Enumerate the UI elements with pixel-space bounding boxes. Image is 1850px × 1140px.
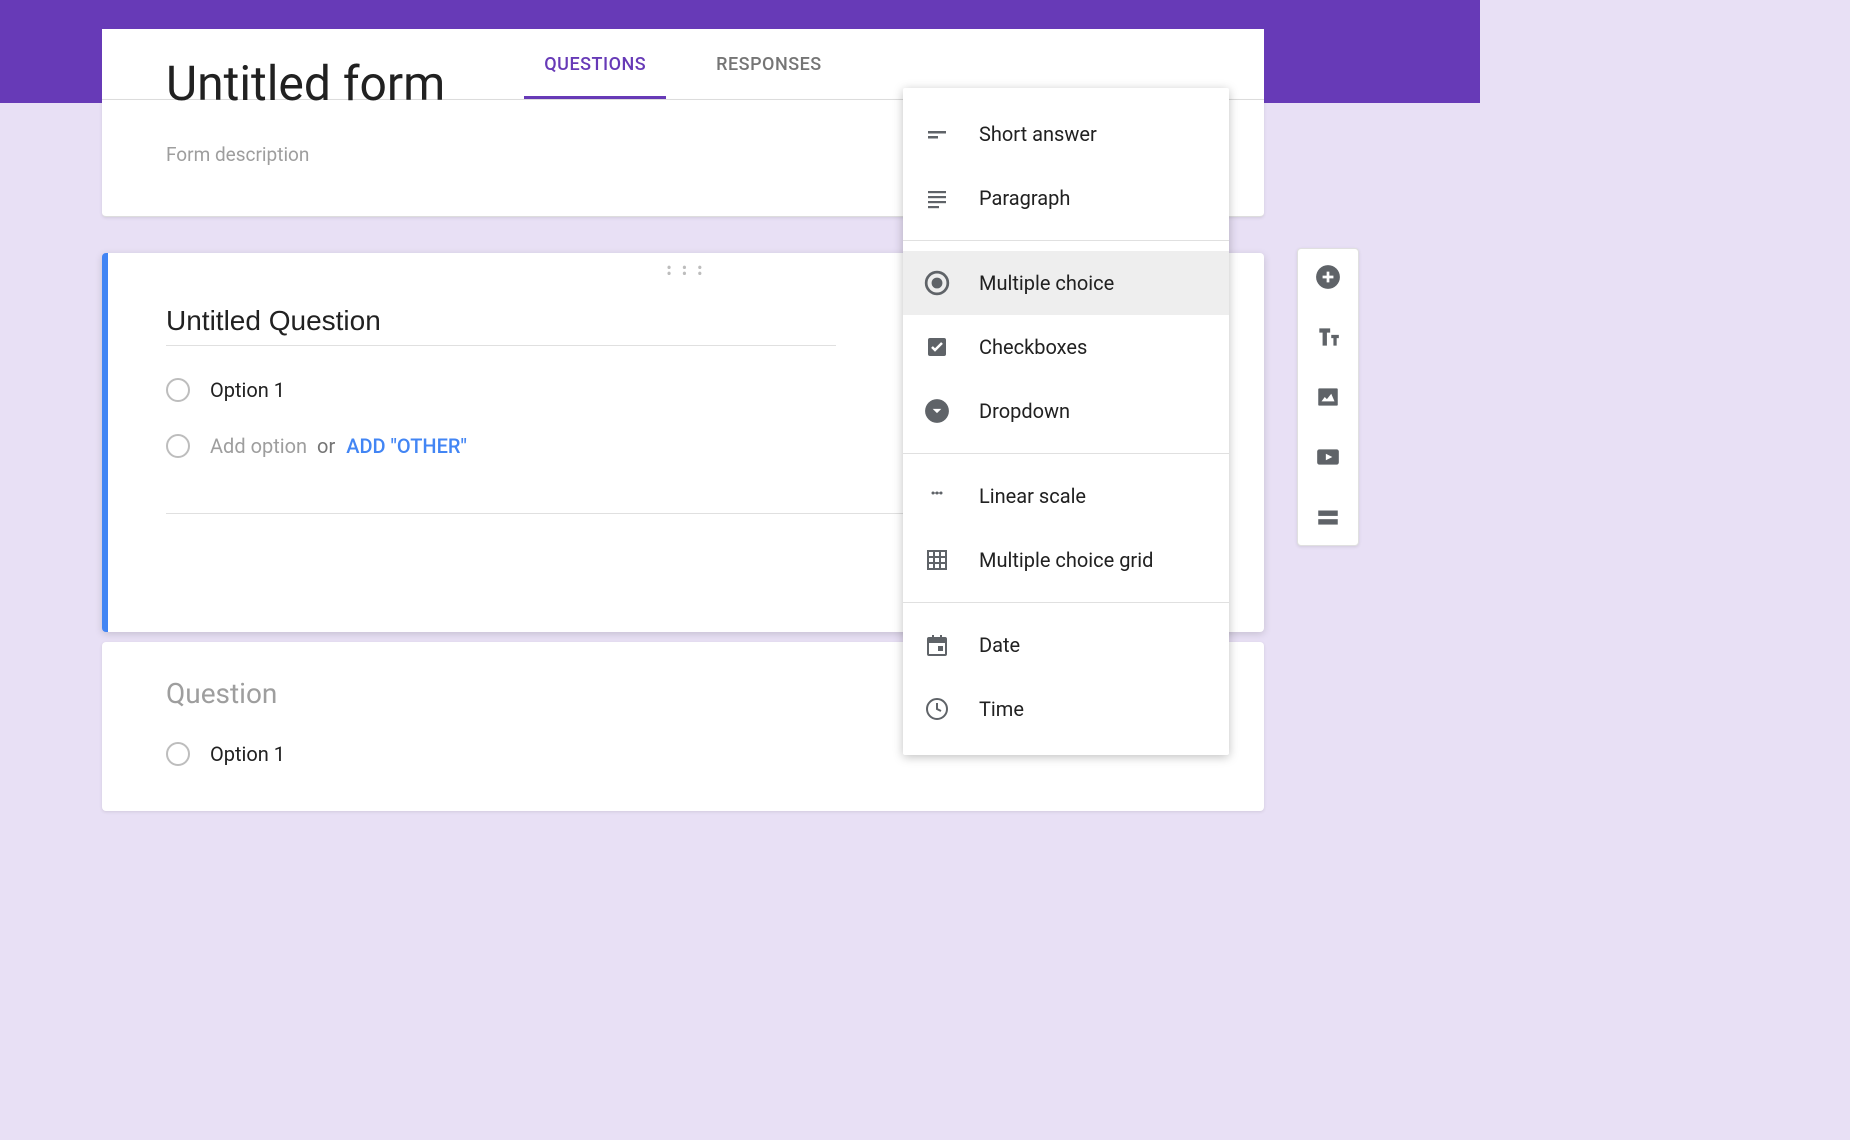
- dropdown-label: Date: [979, 633, 1020, 657]
- dropdown-label: Multiple choice: [979, 271, 1114, 295]
- dropdown-item-multiple-choice[interactable]: Multiple choice: [903, 251, 1229, 315]
- dropdown-divider: [903, 602, 1229, 603]
- add-option-or: or: [317, 434, 340, 458]
- short-answer-icon: [923, 120, 951, 148]
- radio-icon: [166, 434, 190, 458]
- grid-icon: [923, 546, 951, 574]
- add-option-text[interactable]: Add option: [210, 434, 307, 458]
- floating-toolbar: [1297, 248, 1359, 546]
- dropdown-divider: [903, 453, 1229, 454]
- add-section-button[interactable]: [1314, 503, 1342, 531]
- add-title-button[interactable]: [1314, 323, 1342, 351]
- radio-icon: [166, 742, 190, 766]
- option-1-text[interactable]: Option 1: [210, 378, 285, 402]
- dropdown-label: Time: [979, 697, 1024, 721]
- dropdown-label: Checkboxes: [979, 335, 1087, 359]
- question-title-input[interactable]: [166, 297, 836, 346]
- dropdown-item-dropdown[interactable]: Dropdown: [903, 379, 1229, 443]
- clock-icon: [923, 695, 951, 723]
- option-1-text-inactive: Option 1: [210, 742, 285, 766]
- dropdown-item-paragraph[interactable]: Paragraph: [903, 166, 1229, 230]
- radio-icon: [166, 378, 190, 402]
- add-video-button[interactable]: [1314, 443, 1342, 471]
- dropdown-item-checkboxes[interactable]: Checkboxes: [903, 315, 1229, 379]
- dropdown-item-linear-scale[interactable]: Linear scale: [903, 464, 1229, 528]
- radio-selected-icon: [923, 269, 951, 297]
- dropdown-item-date[interactable]: Date: [903, 613, 1229, 677]
- paragraph-icon: [923, 184, 951, 212]
- dropdown-item-multiple-choice-grid[interactable]: Multiple choice grid: [903, 528, 1229, 592]
- checkbox-icon: [923, 333, 951, 361]
- dropdown-label: Paragraph: [979, 186, 1070, 210]
- dropdown-item-short-answer[interactable]: Short answer: [903, 102, 1229, 166]
- dropdown-divider: [903, 240, 1229, 241]
- calendar-icon: [923, 631, 951, 659]
- add-question-button[interactable]: [1314, 263, 1342, 291]
- dropdown-label: Short answer: [979, 122, 1097, 146]
- add-other-link[interactable]: ADD "OTHER": [346, 434, 467, 458]
- add-image-button[interactable]: [1314, 383, 1342, 411]
- question-type-dropdown: Short answer Paragraph Multiple choice C…: [903, 88, 1229, 755]
- dropdown-item-time[interactable]: Time: [903, 677, 1229, 741]
- dropdown-circle-icon: [923, 397, 951, 425]
- dropdown-label: Multiple choice grid: [979, 548, 1153, 572]
- dropdown-label: Dropdown: [979, 399, 1070, 423]
- linear-scale-icon: [923, 482, 951, 510]
- dropdown-label: Linear scale: [979, 484, 1086, 508]
